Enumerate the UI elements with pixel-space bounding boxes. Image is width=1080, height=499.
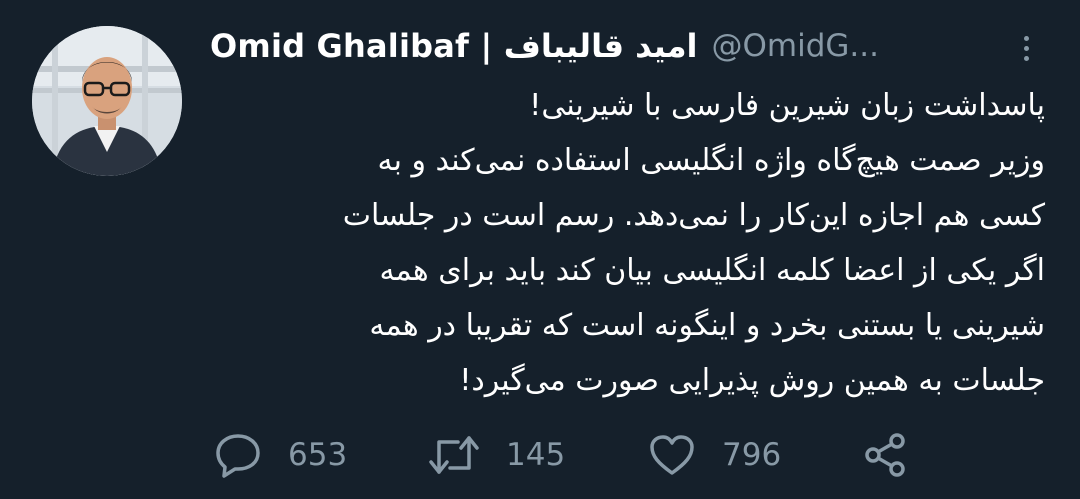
- tweet-actions: 653 145 796: [210, 430, 930, 480]
- reply-count: 653: [288, 437, 348, 473]
- more-vertical-icon[interactable]: [1006, 26, 1046, 70]
- share-icon: [865, 433, 905, 477]
- more-dot: [1023, 45, 1029, 51]
- tweet-text-line: جلسات به همین روش پذیرایی صورت می‌گیرد!: [459, 363, 1045, 398]
- reply-icon: [216, 434, 260, 478]
- retweet-button[interactable]: 145: [428, 430, 565, 480]
- tweet-text-line: پاسداشت زبان شیرین فارسی با شیرینی!: [529, 88, 1045, 123]
- more-dot: [1023, 55, 1029, 61]
- heart-icon: [650, 435, 694, 475]
- like-count: 796: [722, 437, 782, 473]
- tweet-header: Omid Ghalibaf | امید قالیباف @OmidG...: [210, 22, 930, 70]
- retweet-count: 145: [506, 437, 566, 473]
- avatar-photo: [32, 26, 182, 176]
- tweet-card[interactable]: Omid Ghalibaf | امید قالیباف @OmidG... پ…: [0, 0, 1080, 499]
- retweet-icon: [429, 436, 479, 474]
- user-handle[interactable]: @OmidG...: [712, 28, 879, 64]
- avatar[interactable]: [32, 26, 182, 176]
- display-name[interactable]: Omid Ghalibaf | امید قالیباف: [210, 27, 698, 65]
- tweet-text: پاسداشت زبان شیرین فارسی با شیرینی! وزیر…: [205, 78, 1045, 408]
- share-button[interactable]: [862, 430, 910, 480]
- like-button[interactable]: 796: [648, 430, 781, 480]
- tweet-text-line: شیرینی یا بستنی بخرد و اینگونه است که تق…: [369, 308, 1045, 343]
- tweet-text-line: کسی هم اجازه این‌کار را نمی‌دهد. رسم است…: [342, 198, 1045, 233]
- more-dot: [1023, 35, 1029, 41]
- tweet-text-line: وزیر صمت هیچ‌گاه واژه انگلیسی استفاده نم…: [377, 143, 1045, 178]
- reply-button[interactable]: 653: [214, 430, 347, 480]
- tweet-text-line: اگر یکی از اعضا کلمه انگلیسی بیان کند با…: [379, 253, 1045, 288]
